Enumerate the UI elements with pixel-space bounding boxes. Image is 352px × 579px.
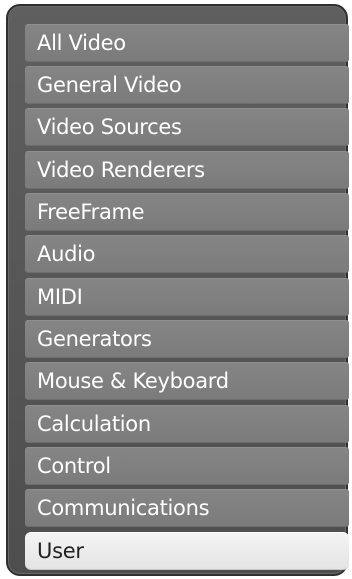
category-item-audio[interactable]: Audio bbox=[25, 235, 349, 273]
category-item-mouse-keyboard[interactable]: Mouse & Keyboard bbox=[25, 362, 349, 400]
category-item-video-sources[interactable]: Video Sources bbox=[25, 108, 349, 146]
category-item-video-renderers[interactable]: Video Renderers bbox=[25, 151, 349, 189]
category-item-midi[interactable]: MIDI bbox=[25, 278, 349, 316]
category-item-user[interactable]: User bbox=[25, 532, 349, 570]
category-item-control[interactable]: Control bbox=[25, 447, 349, 485]
category-item-freeframe[interactable]: FreeFrame bbox=[25, 193, 349, 231]
category-item-communications[interactable]: Communications bbox=[25, 489, 349, 527]
category-item-general-video[interactable]: General Video bbox=[25, 66, 349, 104]
category-item-all-video[interactable]: All Video bbox=[25, 24, 349, 62]
category-item-generators[interactable]: Generators bbox=[25, 320, 349, 358]
category-list-panel: All Video General Video Video Sources Vi… bbox=[6, 4, 349, 576]
category-item-calculation[interactable]: Calculation bbox=[25, 405, 349, 443]
